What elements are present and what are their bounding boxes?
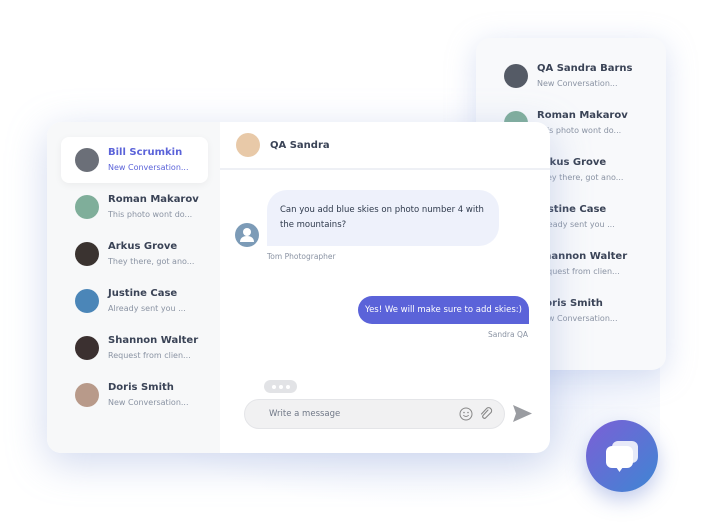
message-preview: Request from clien...	[108, 351, 191, 360]
message-sender: Tom Photographer	[267, 252, 336, 261]
avatar	[75, 336, 99, 360]
avatar	[75, 148, 99, 172]
outgoing-message: Yes! We will make sure to add skies:)	[358, 296, 529, 324]
list-item[interactable]: QA Sandra Barns New Conversation...	[504, 53, 632, 99]
avatar	[236, 133, 260, 157]
chat-launcher-button[interactable]	[586, 420, 658, 492]
contact-name: Bill Scrumkin	[108, 147, 183, 158]
user-icon	[235, 223, 259, 247]
chat-bubbles-icon	[606, 441, 638, 472]
message-preview: New Conversation...	[537, 79, 618, 88]
send-icon[interactable]	[513, 405, 532, 422]
contact-name: Arkus Grove	[108, 241, 178, 252]
incoming-message: Can you add blue skies on photo number 4…	[267, 190, 499, 246]
conversation-item[interactable]: Shannon Walter Request from clien...	[75, 325, 198, 371]
message-preview: This photo wont do...	[537, 126, 622, 135]
avatar	[75, 383, 99, 407]
message-input-placeholder: Write a message	[269, 409, 341, 419]
attachment-icon[interactable]	[479, 407, 493, 421]
typing-indicator	[264, 380, 297, 393]
chat-header: QA Sandra	[220, 122, 550, 170]
conversation-item[interactable]: Arkus Grove They there, got ano...	[75, 231, 194, 277]
avatar	[75, 195, 99, 219]
emoji-icon[interactable]	[459, 407, 473, 421]
message-preview: New Conversation...	[108, 163, 189, 172]
contact-name: Shannon Walter	[108, 335, 199, 346]
chat-title: QA Sandra	[270, 139, 330, 151]
contact-name: Roman Makarov	[537, 110, 628, 121]
chat-window: Bill Scrumkin New Conversation... Roman M…	[47, 122, 550, 453]
message-preview: They there, got ano...	[108, 257, 195, 266]
conversation-item[interactable]: Roman Makarov This photo wont do...	[75, 184, 199, 230]
conversation-item[interactable]: Doris Smith New Conversation...	[75, 372, 189, 418]
message-preview: New Conversation...	[108, 398, 189, 407]
contact-name: Roman Makarov	[108, 194, 199, 205]
conversation-sidebar: Bill Scrumkin New Conversation... Roman M…	[47, 122, 220, 453]
avatar	[75, 289, 99, 313]
contact-name: QA Sandra Barns	[537, 63, 633, 74]
message-preview: Request from clien...	[537, 267, 620, 276]
message-preview: Already sent you ...	[108, 304, 186, 313]
avatar	[504, 64, 528, 88]
message-sender: Sandra QA	[488, 330, 528, 339]
conversation-item-selected[interactable]: Bill Scrumkin New Conversation...	[61, 137, 208, 183]
conversation-item[interactable]: Justine Case Already sent you ...	[75, 278, 186, 324]
contact-name: Doris Smith	[108, 382, 174, 393]
contact-name: Shannon Walter	[537, 251, 628, 262]
message-input[interactable]: Write a message	[244, 399, 505, 429]
message-preview: This photo wont do...	[108, 210, 193, 219]
avatar	[75, 242, 99, 266]
contact-name: Justine Case	[108, 288, 178, 299]
